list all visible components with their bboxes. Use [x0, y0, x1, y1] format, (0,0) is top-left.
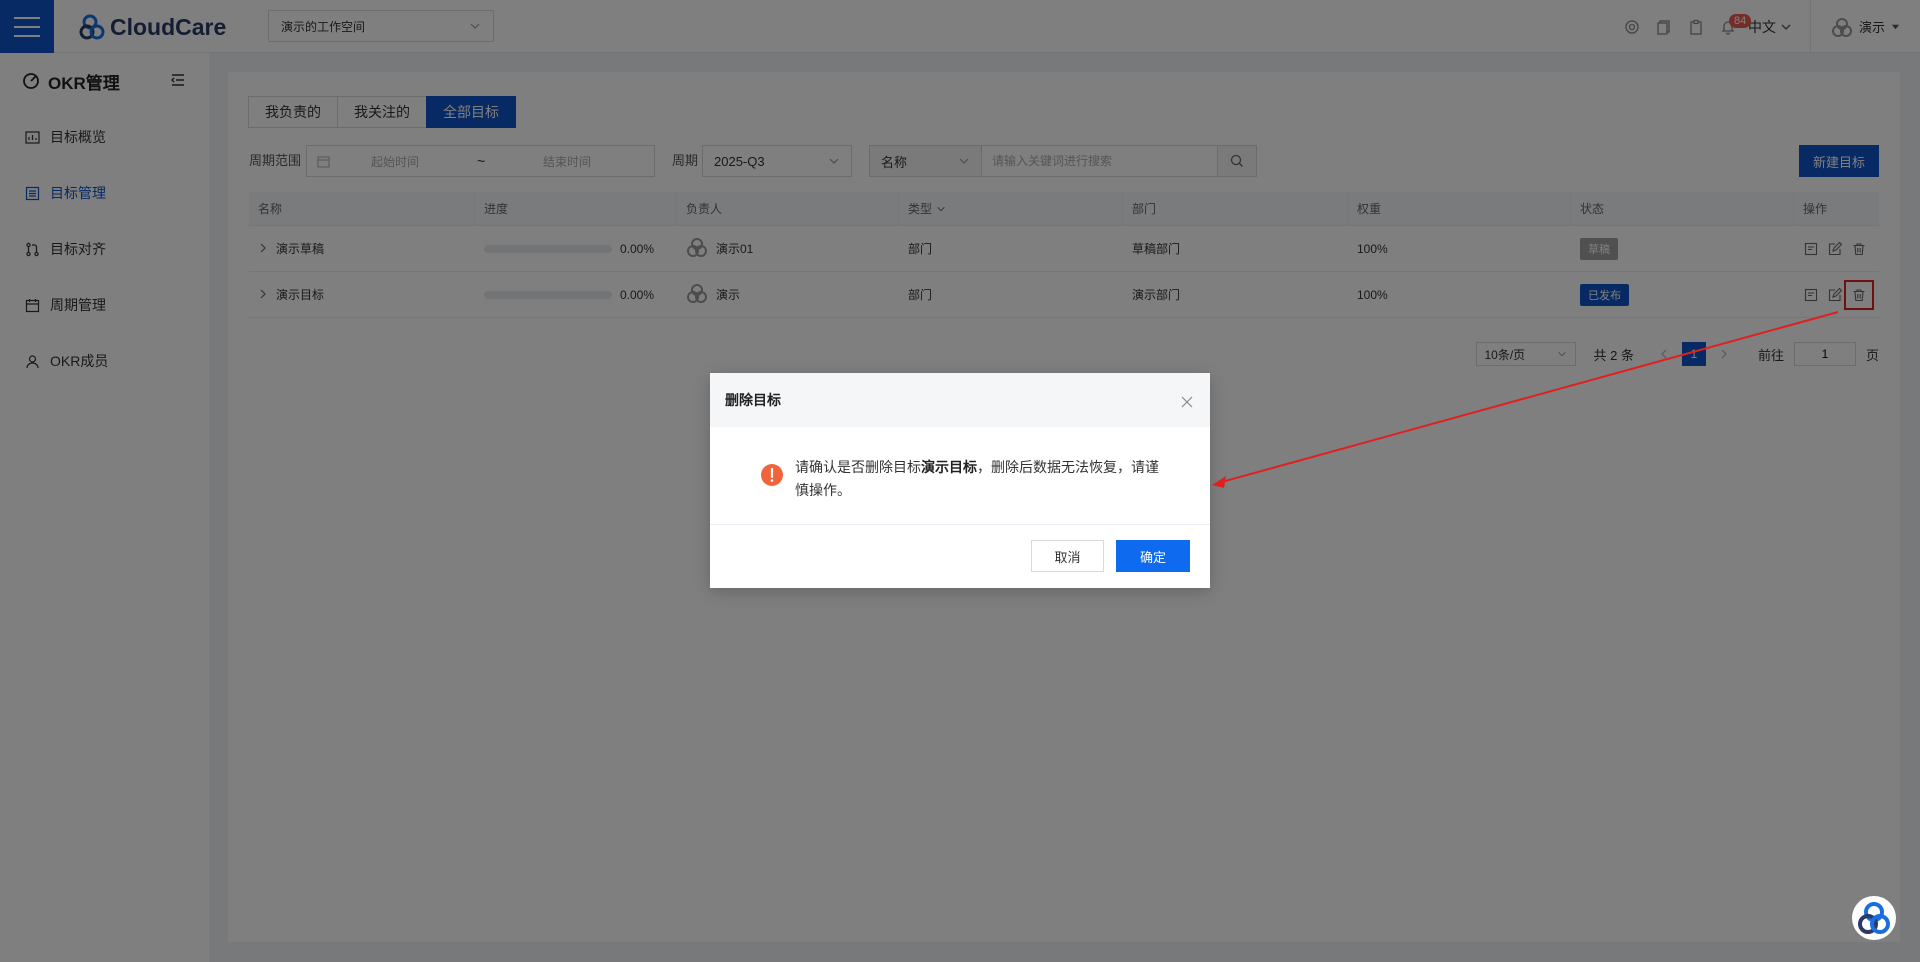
- message-target: 演示目标: [921, 459, 977, 475]
- cancel-button[interactable]: 取消: [1031, 540, 1104, 572]
- confirm-button[interactable]: 确定: [1116, 540, 1190, 572]
- cloudcare-logo-icon: [1858, 902, 1890, 934]
- help-float-button[interactable]: [1852, 896, 1896, 940]
- dialog-title: 删除目标: [725, 392, 781, 408]
- warning-icon: [761, 464, 783, 486]
- delete-goal-dialog: 删除目标 请确认是否删除目标演示目标，删除后数据无法恢复，请谨慎操作。 取消 确…: [710, 373, 1210, 588]
- dialog-close-button[interactable]: [1179, 394, 1195, 410]
- message-prefix: 请确认是否删除目标: [795, 459, 921, 475]
- close-icon: [1181, 396, 1193, 408]
- dialog-message: 请确认是否删除目标演示目标，删除后数据无法恢复，请谨慎操作。: [795, 456, 1170, 524]
